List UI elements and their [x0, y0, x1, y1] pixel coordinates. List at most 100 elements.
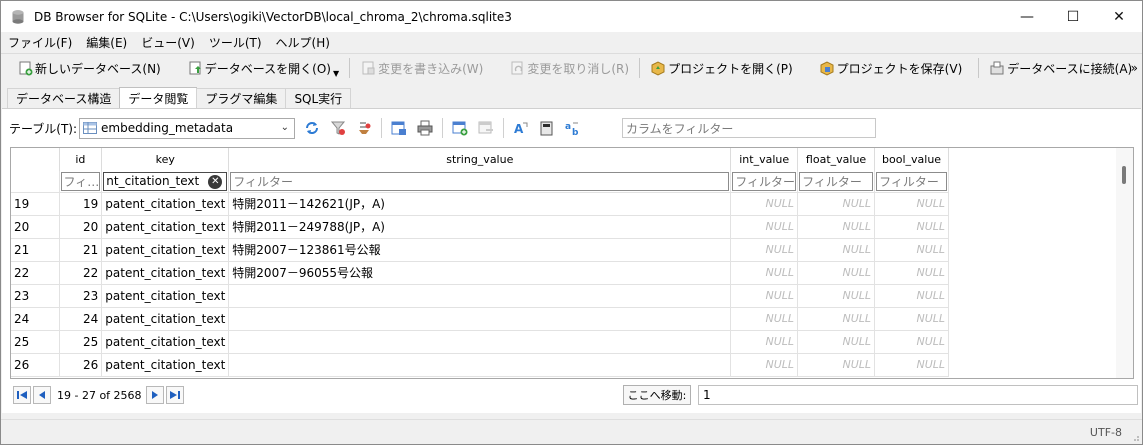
previous-record-button[interactable]: [33, 386, 51, 404]
table-select[interactable]: embedding_metadata ⌄: [79, 117, 296, 139]
cell-float-value[interactable]: NULL: [797, 192, 876, 216]
cell-string-value[interactable]: 特開2011－142621(JP，A): [228, 192, 732, 216]
column-header-bool-value[interactable]: bool_value: [874, 148, 950, 171]
cell-string-value[interactable]: [228, 284, 732, 308]
toolbar-overflow-icon[interactable]: »: [1131, 61, 1138, 75]
refresh-button[interactable]: [299, 117, 325, 139]
resize-grip-icon[interactable]: [1130, 432, 1140, 442]
cell-bool-value[interactable]: NULL: [874, 353, 950, 377]
menu-edit[interactable]: 編集(E): [79, 34, 134, 51]
write-changes-button[interactable]: 変更を書き込み(W): [354, 56, 489, 80]
filter-input-string-value[interactable]: フィルター: [230, 171, 730, 191]
column-header-int-value[interactable]: int_value: [730, 148, 799, 171]
maximize-button[interactable]: ☐: [1050, 1, 1096, 32]
cell-id[interactable]: 19: [59, 192, 103, 216]
row-number-cell[interactable]: 22: [11, 261, 60, 285]
cell-string-value[interactable]: [228, 353, 732, 377]
clear-filters-button[interactable]: [325, 117, 351, 139]
tab-browse-data[interactable]: データ閲覧: [119, 87, 198, 108]
cell-int-value[interactable]: NULL: [730, 330, 799, 354]
table-row[interactable]: 22 22 patent_citation_text 特開2007－96055号公報 N…: [11, 261, 950, 285]
filter-input-bool-value[interactable]: フィルター: [876, 171, 948, 191]
close-button[interactable]: ✕: [1096, 1, 1142, 32]
cell-key[interactable]: patent_citation_text: [101, 261, 230, 285]
clear-sorting-button[interactable]: [351, 117, 377, 139]
cell-key[interactable]: patent_citation_text: [101, 192, 230, 216]
cell-int-value[interactable]: NULL: [730, 192, 799, 216]
table-row[interactable]: 21 21 patent_citation_text 特開2007－123861号公報…: [11, 238, 950, 262]
tab-execute-sql[interactable]: SQL実行: [285, 88, 352, 108]
row-number-cell[interactable]: 19: [11, 192, 60, 216]
menu-view[interactable]: ビュー(V): [134, 34, 202, 51]
find-replace-button[interactable]: ab: [560, 117, 586, 139]
column-filter-input[interactable]: カラムをフィルター: [622, 118, 876, 138]
filter-input-float-value[interactable]: フィルター: [799, 171, 874, 191]
set-encoding-button[interactable]: [534, 117, 560, 139]
cell-id[interactable]: 24: [59, 307, 103, 331]
cell-bool-value[interactable]: NULL: [874, 192, 950, 216]
cell-int-value[interactable]: NULL: [730, 261, 799, 285]
cell-id[interactable]: 21: [59, 238, 103, 262]
cell-key[interactable]: patent_citation_text: [101, 307, 230, 331]
cell-int-value[interactable]: NULL: [730, 353, 799, 377]
cell-int-value[interactable]: NULL: [730, 215, 799, 239]
vertical-scrollbar[interactable]: [1116, 148, 1133, 378]
column-header-key[interactable]: key: [101, 148, 230, 171]
next-record-button[interactable]: [145, 386, 164, 404]
row-number-cell[interactable]: 26: [11, 353, 60, 377]
cell-id[interactable]: 26: [59, 353, 103, 377]
first-record-button[interactable]: [13, 386, 31, 404]
column-header-float-value[interactable]: float_value: [797, 148, 876, 171]
cell-string-value[interactable]: 特開2007－123861号公報: [228, 238, 732, 262]
row-number-cell[interactable]: 20: [11, 215, 60, 239]
row-number-cell[interactable]: 24: [11, 307, 60, 331]
last-record-button[interactable]: [165, 386, 184, 404]
filter-input-id[interactable]: フィ…: [60, 171, 101, 191]
cell-id[interactable]: 22: [59, 261, 103, 285]
open-project-button[interactable]: プロジェクトを開く(P): [644, 56, 799, 80]
cell-bool-value[interactable]: NULL: [874, 307, 950, 331]
cell-int-value[interactable]: NULL: [730, 238, 799, 262]
row-number-cell[interactable]: 25: [11, 330, 60, 354]
save-project-button[interactable]: プロジェクトを保存(V): [813, 56, 969, 80]
table-row[interactable]: 25 25 patent_citation_text NULL NULL NULL: [11, 330, 950, 354]
table-row[interactable]: 26 26 patent_citation_text NULL NULL NULL: [11, 353, 950, 377]
cell-key[interactable]: patent_citation_text: [101, 284, 230, 308]
goto-button[interactable]: ここへ移動:: [623, 385, 691, 405]
cell-bool-value[interactable]: NULL: [874, 238, 950, 262]
table-row[interactable]: 20 20 patent_citation_text 特開2011－249788(JP…: [11, 215, 950, 239]
cell-int-value[interactable]: NULL: [730, 307, 799, 331]
cell-key[interactable]: patent_citation_text: [101, 330, 230, 354]
cell-float-value[interactable]: NULL: [797, 330, 876, 354]
scrollbar-thumb[interactable]: [1122, 166, 1126, 184]
row-number-cell[interactable]: 21: [11, 238, 60, 262]
cell-float-value[interactable]: NULL: [797, 284, 876, 308]
open-database-button[interactable]: データベースを開く(O) ▼: [181, 56, 345, 80]
cell-bool-value[interactable]: NULL: [874, 284, 950, 308]
cell-float-value[interactable]: NULL: [797, 353, 876, 377]
revert-changes-button[interactable]: 変更を取り消し(R): [503, 56, 635, 80]
cell-key[interactable]: patent_citation_text: [101, 238, 230, 262]
cell-bool-value[interactable]: NULL: [874, 215, 950, 239]
cell-id[interactable]: 25: [59, 330, 103, 354]
cell-bool-value[interactable]: NULL: [874, 261, 950, 285]
minimize-button[interactable]: —: [1004, 1, 1050, 32]
table-row[interactable]: 19 19 patent_citation_text 特開2011－142621(JP…: [11, 192, 950, 216]
cell-int-value[interactable]: NULL: [730, 284, 799, 308]
cell-float-value[interactable]: NULL: [797, 215, 876, 239]
filter-input-int-value[interactable]: フィルター: [732, 171, 797, 191]
table-row[interactable]: 23 23 patent_citation_text NULL NULL NULL: [11, 284, 950, 308]
cell-key[interactable]: patent_citation_text: [101, 353, 230, 377]
print-button[interactable]: [412, 117, 438, 139]
delete-record-button[interactable]: [473, 117, 499, 139]
menu-help[interactable]: ヘルプ(H): [269, 34, 337, 51]
menu-tools[interactable]: ツール(T): [202, 34, 269, 51]
cell-key[interactable]: patent_citation_text: [101, 215, 230, 239]
menu-file[interactable]: ファイル(F): [1, 34, 79, 51]
cell-id[interactable]: 23: [59, 284, 103, 308]
cell-string-value[interactable]: [228, 307, 732, 331]
tab-edit-pragmas[interactable]: プラグマ編集: [196, 88, 287, 108]
save-results-button[interactable]: [386, 117, 412, 139]
tab-database-structure[interactable]: データベース構造: [7, 88, 121, 108]
column-header-id[interactable]: id: [59, 148, 103, 171]
